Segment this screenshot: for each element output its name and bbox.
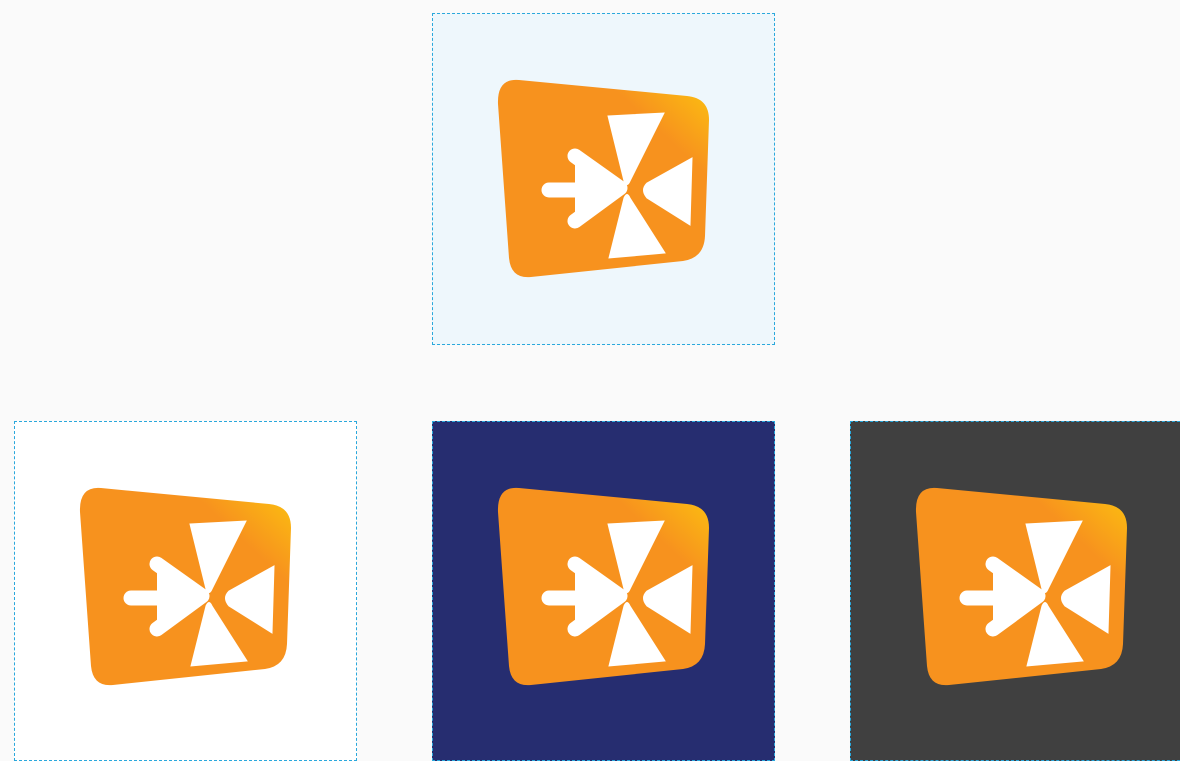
arrow-burst-logo-icon bbox=[497, 486, 711, 688]
arrow-burst-logo-icon bbox=[915, 486, 1129, 688]
logo-tile-light-blue bbox=[432, 13, 775, 345]
logo-tile-white bbox=[14, 421, 357, 761]
logo-tile-navy bbox=[432, 421, 775, 761]
logo-tile-dark-gray bbox=[850, 421, 1180, 761]
arrow-burst-logo-icon bbox=[497, 78, 711, 280]
arrow-burst-logo-icon bbox=[79, 486, 293, 688]
